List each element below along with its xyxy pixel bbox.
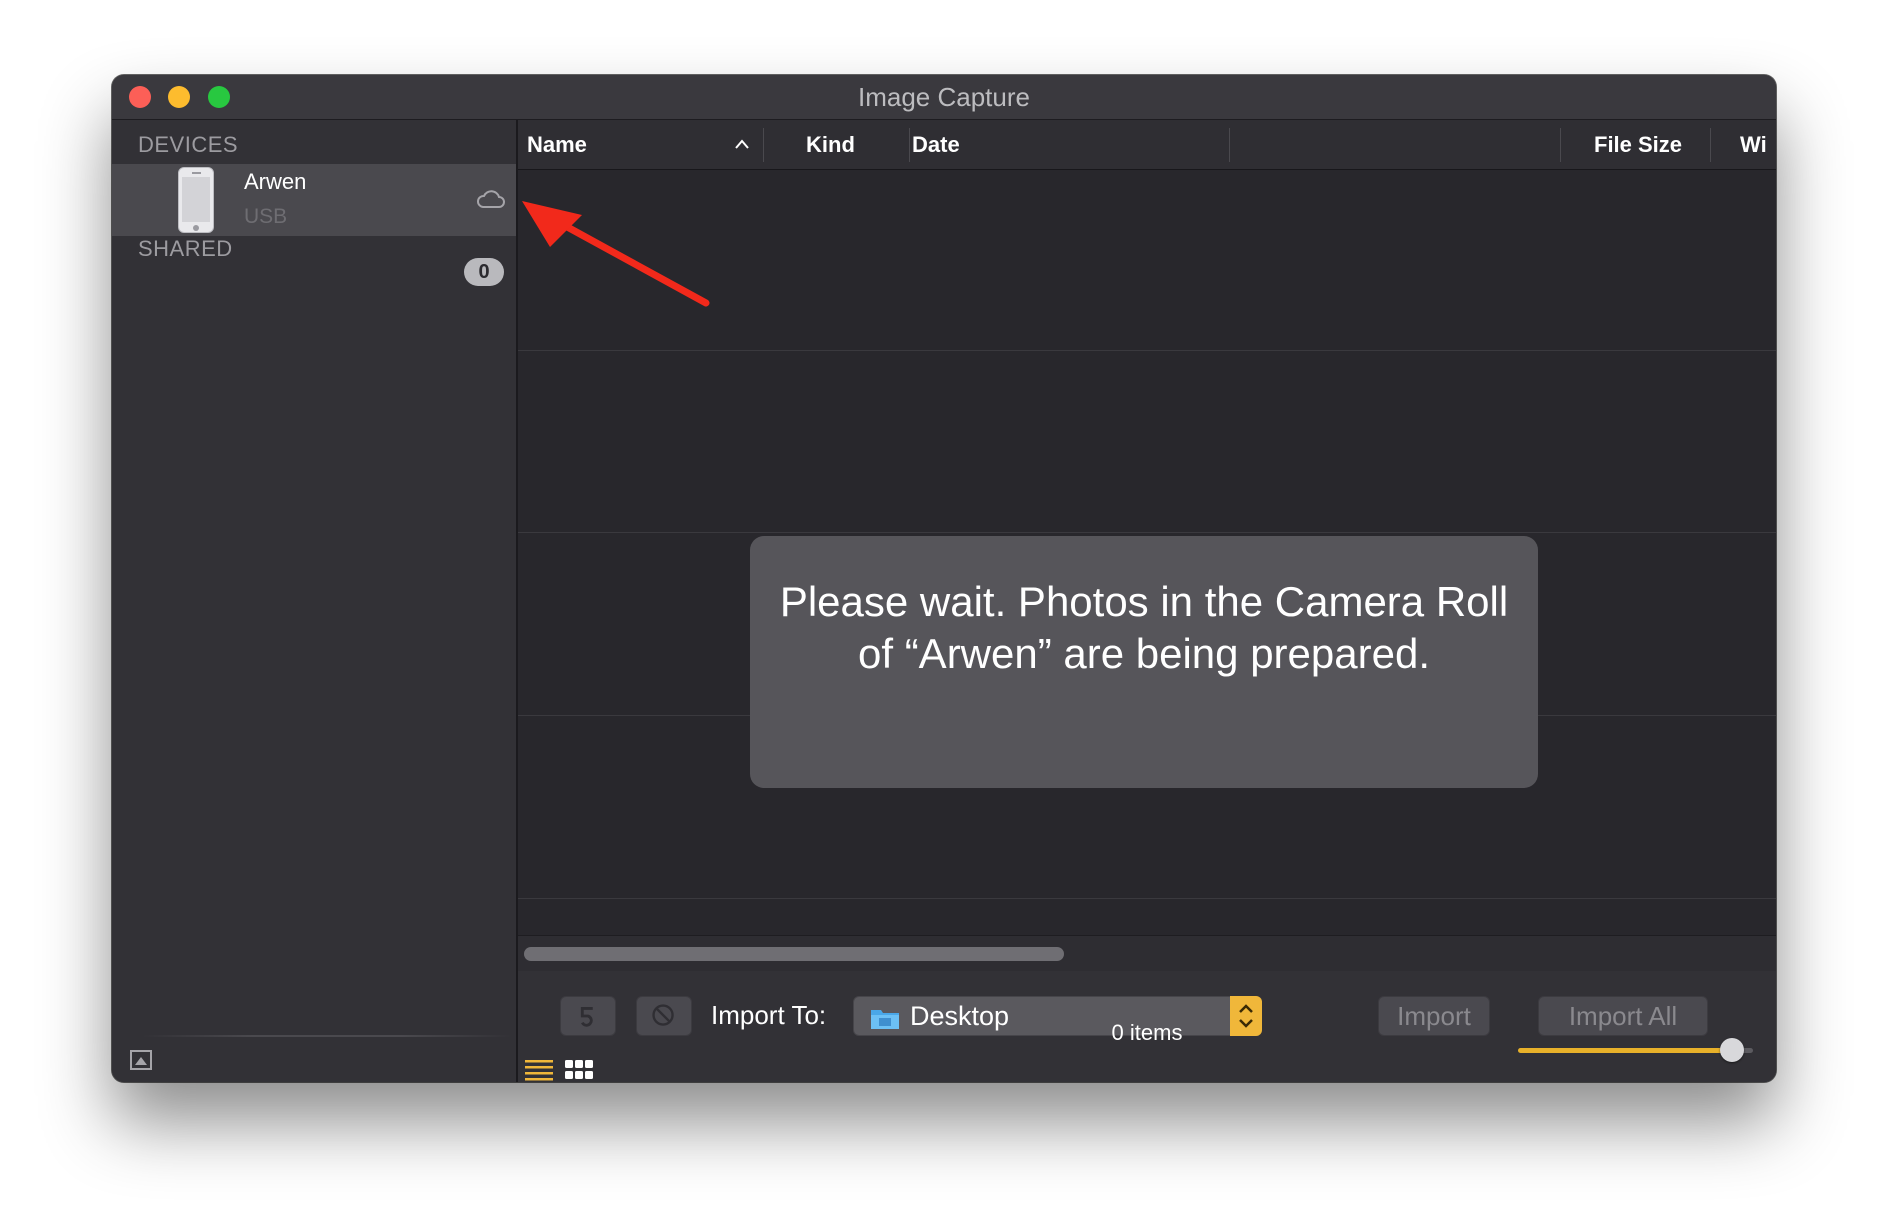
column-header: Name Kind Date File Size Wi (518, 120, 1776, 170)
devices-section-label: DEVICES (138, 132, 239, 157)
list-view-icon[interactable] (524, 1058, 554, 1082)
shared-count-badge: 0 (464, 258, 504, 286)
column-name[interactable]: Name (527, 120, 587, 169)
device-name: Arwen (244, 169, 307, 194)
scrollbar-thumb[interactable] (524, 947, 1064, 961)
cloud-icon[interactable] (476, 188, 506, 210)
loading-message: Please wait. Photos in the Camera Roll o… (779, 578, 1509, 677)
thumbnail-size-slider-fill[interactable] (1518, 1048, 1733, 1053)
sort-ascending-icon (735, 139, 749, 149)
device-connection: USB (244, 205, 288, 228)
horizontal-scrollbar[interactable] (518, 935, 1776, 972)
column-date[interactable]: Date (912, 120, 960, 169)
sidebar-toggle-icon[interactable] (130, 1050, 152, 1070)
iphone-icon (178, 167, 214, 233)
items-count: 0 items (1111, 1020, 1183, 1045)
column-kind[interactable]: Kind (806, 120, 855, 169)
sidebar-divider (142, 1035, 512, 1037)
shared-section-label: SHARED (138, 236, 233, 261)
image-capture-window: Image Capture DEVICES Arwen USB SHARED 0… (112, 75, 1776, 1082)
window-title: Image Capture (858, 82, 1030, 112)
column-width[interactable]: Wi (1740, 120, 1767, 169)
annotation-arrow-icon (522, 201, 710, 307)
thumbnail-size-slider-knob[interactable] (1720, 1038, 1744, 1062)
sidebar: DEVICES Arwen USB SHARED 0 (112, 120, 518, 1082)
column-file-size[interactable]: File Size (1594, 120, 1682, 169)
loading-message-panel: Please wait. Photos in the Camera Roll o… (750, 536, 1538, 788)
title-bar: Image Capture (112, 75, 1776, 120)
sidebar-item-device[interactable]: Arwen USB (112, 164, 516, 236)
grid-view-icon[interactable] (564, 1058, 594, 1082)
